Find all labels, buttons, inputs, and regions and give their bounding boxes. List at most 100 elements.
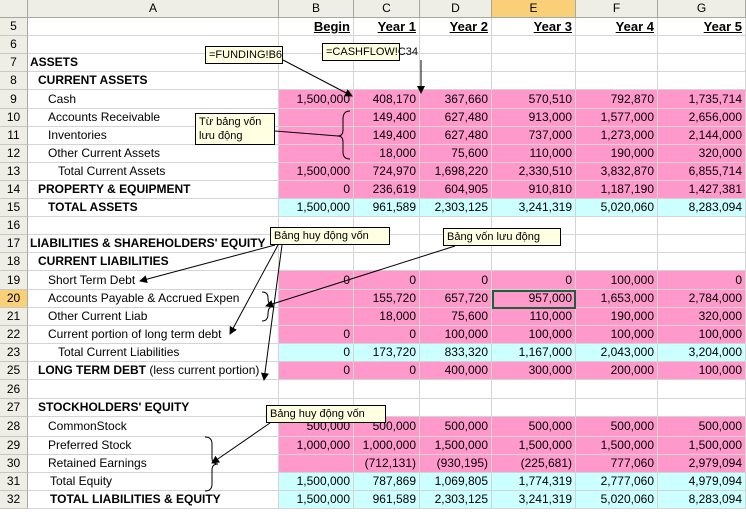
cell-f29[interactable]: 1,500,000 (576, 437, 658, 455)
cell-g12[interactable]: 320,000 (658, 145, 746, 163)
cell-d14[interactable]: 604,905 (420, 181, 492, 199)
cell-c8[interactable] (354, 72, 420, 90)
row-header-17[interactable]: 17 (0, 235, 28, 253)
cell-d10[interactable]: 627,480 (420, 109, 492, 127)
cell-b8[interactable] (279, 72, 354, 90)
cell-c5[interactable]: Year 1 (354, 18, 420, 36)
cell-e28[interactable]: 500,000 (492, 417, 576, 437)
col-header-d[interactable]: D (420, 0, 492, 18)
row-header-16[interactable]: 16 (0, 217, 28, 235)
cell-f28[interactable]: 500,000 (576, 417, 658, 437)
row-header-25[interactable]: 25 (0, 362, 28, 380)
cell-d6[interactable] (420, 36, 492, 54)
cell-g27[interactable] (658, 399, 746, 417)
row-header-23[interactable]: 23 (0, 344, 28, 362)
cell-c14[interactable]: 236,619 (354, 181, 420, 199)
cell-d30[interactable]: (930,195) (420, 455, 492, 473)
cell-a23[interactable]: Total Current Liabilities (28, 344, 279, 362)
cell-f13[interactable]: 3,832,870 (576, 163, 658, 181)
cell-e30[interactable]: (225,681) (492, 455, 576, 473)
cell-c26[interactable] (354, 380, 420, 399)
cell-f5[interactable]: Year 4 (576, 18, 658, 36)
cell-f31[interactable]: 2,777,060 (576, 473, 658, 491)
cell-b10[interactable] (279, 109, 354, 127)
cell-g18[interactable] (658, 253, 746, 271)
cell-d32[interactable]: 2,303,125 (420, 491, 492, 509)
cell-d15[interactable]: 2,303,125 (420, 199, 492, 217)
cell-e31[interactable]: 1,774,319 (492, 473, 576, 491)
cell-f6[interactable] (576, 36, 658, 54)
cell-g29[interactable]: 1,500,000 (658, 437, 746, 455)
cell-g15[interactable]: 8,283,094 (658, 199, 746, 217)
cell-b13[interactable]: 1,500,000 (279, 163, 354, 181)
cell-c12[interactable]: 18,000 (354, 145, 420, 163)
cell-g30[interactable]: 2,979,094 (658, 455, 746, 473)
cell-d7[interactable] (420, 54, 492, 72)
cell-g6[interactable] (658, 36, 746, 54)
cell-f30[interactable]: 777,060 (576, 455, 658, 473)
cell-d23[interactable]: 833,320 (420, 344, 492, 362)
row-header-19[interactable]: 19 (0, 271, 28, 290)
cell-a19[interactable]: Short Term Debt (28, 271, 279, 290)
cell-g23[interactable]: 3,204,000 (658, 344, 746, 362)
cell-d28[interactable]: 500,000 (420, 417, 492, 437)
cell-a27[interactable]: STOCKHOLDERS' EQUITY (28, 399, 279, 417)
cell-d20[interactable]: 657,720 (420, 290, 492, 308)
cell-c9[interactable]: 408,170 (354, 90, 420, 109)
cell-e13[interactable]: 2,330,510 (492, 163, 576, 181)
cell-g22[interactable]: 100,000 (658, 326, 746, 344)
cell-a32[interactable]: TOTAL LIABILITIES & EQUITY (28, 491, 279, 509)
cell-c13[interactable]: 724,970 (354, 163, 420, 181)
cell-e26[interactable] (492, 380, 576, 399)
cell-f20[interactable]: 1,653,000 (576, 290, 658, 308)
cell-b20[interactable] (279, 290, 354, 308)
cell-a5[interactable] (28, 18, 279, 36)
cell-a16[interactable] (28, 217, 279, 235)
cell-a9[interactable]: Cash (28, 90, 279, 109)
cell-c29[interactable]: 1,000,000 (354, 437, 420, 455)
cell-e19[interactable]: 0 (492, 271, 576, 290)
row-header-29[interactable]: 29 (0, 437, 28, 455)
row-header-15[interactable]: 15 (0, 199, 28, 217)
cell-d19[interactable]: 0 (420, 271, 492, 290)
cell-a15[interactable]: TOTAL ASSETS (28, 199, 279, 217)
cell-c18[interactable] (354, 253, 420, 271)
cell-f14[interactable]: 1,187,190 (576, 181, 658, 199)
cell-e15[interactable]: 3,241,319 (492, 199, 576, 217)
col-header-f[interactable]: F (576, 0, 658, 18)
cell-b25[interactable]: 0 (279, 362, 354, 380)
cell-d11[interactable]: 627,480 (420, 127, 492, 145)
cell-e18[interactable] (492, 253, 576, 271)
cell-f25[interactable]: 200,000 (576, 362, 658, 380)
cell-g14[interactable]: 1,427,381 (658, 181, 746, 199)
cell-b22[interactable]: 0 (279, 326, 354, 344)
cell-c20[interactable]: 155,720 (354, 290, 420, 308)
cell-d8[interactable] (420, 72, 492, 90)
cell-b26[interactable] (279, 380, 354, 399)
cell-d26[interactable] (420, 380, 492, 399)
col-header-g[interactable]: G (658, 0, 746, 18)
cell-f10[interactable]: 1,577,000 (576, 109, 658, 127)
cell-a25[interactable]: LONG TERM DEBT (less current portion) (28, 362, 279, 380)
cell-e6[interactable] (492, 36, 576, 54)
cell-d18[interactable] (420, 253, 492, 271)
cell-e14[interactable]: 910,810 (492, 181, 576, 199)
cell-d9[interactable]: 367,660 (420, 90, 492, 109)
cell-f7[interactable] (576, 54, 658, 72)
cell-c30[interactable]: (712,131) (354, 455, 420, 473)
cell-f17[interactable] (576, 235, 658, 253)
cell-a17[interactable]: LIABILITIES & SHAREHOLDERS' EQUITY (28, 235, 279, 253)
col-header-c[interactable]: C (354, 0, 420, 18)
cell-c32[interactable]: 961,589 (354, 491, 420, 509)
cell-g16[interactable] (658, 217, 746, 235)
cell-g20[interactable]: 2,784,000 (658, 290, 746, 308)
cell-b11[interactable] (279, 127, 354, 145)
cell-e27[interactable] (492, 399, 576, 417)
cell-e11[interactable]: 737,000 (492, 127, 576, 145)
cell-a13[interactable]: Total Current Assets (28, 163, 279, 181)
cell-f9[interactable]: 792,870 (576, 90, 658, 109)
cell-a8[interactable]: CURRENT ASSETS (28, 72, 279, 90)
row-header-13[interactable]: 13 (0, 163, 28, 181)
cell-b23[interactable]: 0 (279, 344, 354, 362)
cell-e12[interactable]: 110,000 (492, 145, 576, 163)
